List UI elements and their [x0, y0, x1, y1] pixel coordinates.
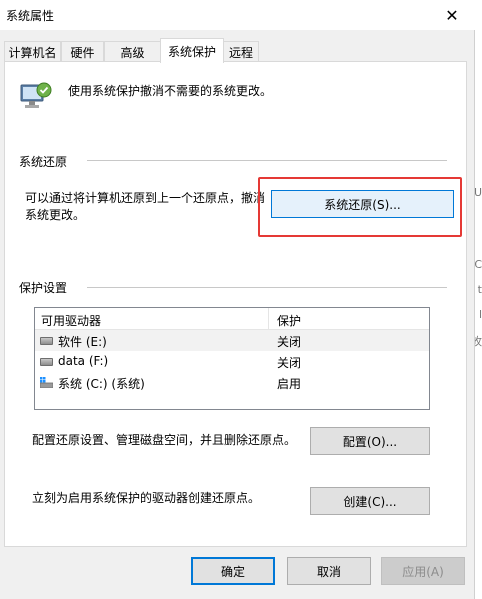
- create-button[interactable]: 创建(C)...: [310, 487, 430, 515]
- system-restore-button[interactable]: 系统还原(S)...: [271, 190, 454, 218]
- header-description: 使用系统保护撤消不需要的系统更改。: [68, 84, 273, 98]
- drive-icon: [40, 337, 53, 345]
- system-drive-icon: [39, 377, 54, 389]
- drive-name: 系统 (C:) (系统): [58, 377, 145, 391]
- apply-button[interactable]: 应用(A): [381, 557, 465, 585]
- cancel-button[interactable]: 取消: [287, 557, 371, 585]
- restore-text-line: 系统更改。: [25, 208, 86, 222]
- tab-strip: 计算机名 硬件 高级 系统保护 远程: [4, 38, 470, 63]
- drives-list[interactable]: 可用驱动器 保护 软件 (E:) 关闭 data (F:) 关闭 系统 (C:)…: [34, 307, 430, 410]
- system-protection-panel: 使用系统保护撤消不需要的系统更改。 系统还原 可以通过将计算机还原到上一个还原点…: [4, 61, 467, 547]
- background-text-fragment: U: [473, 186, 482, 199]
- group-divider: [87, 160, 447, 161]
- title-bar: 系统属性 ✕: [0, 0, 475, 30]
- drive-protection-status: 关闭: [277, 356, 302, 370]
- configure-button[interactable]: 配置(O)...: [310, 427, 430, 455]
- drive-name: data (F:): [58, 354, 109, 368]
- drive-protection-status: 启用: [277, 377, 302, 391]
- system-properties-window: 系统属性 ✕ 计算机名 硬件 高级 系统保护 远程 使用系统保护撤消不需要的系统…: [0, 0, 475, 599]
- drive-row[interactable]: 软件 (E:) 关闭: [35, 330, 429, 351]
- close-icon: ✕: [445, 5, 459, 25]
- restore-group-label: 系统还原: [19, 155, 68, 169]
- close-button[interactable]: ✕: [429, 0, 475, 30]
- column-separator[interactable]: [268, 308, 269, 330]
- drive-row[interactable]: 系统 (C:) (系统) 启用: [35, 372, 429, 393]
- tab-computer-name[interactable]: 计算机名: [4, 41, 61, 62]
- tab-hardware[interactable]: 硬件: [61, 41, 104, 62]
- protection-group-label: 保护设置: [19, 281, 68, 295]
- column-header-protection[interactable]: 保护: [277, 312, 301, 329]
- tab-advanced[interactable]: 高级: [104, 41, 161, 62]
- drive-protection-status: 关闭: [277, 335, 302, 349]
- background-text-fragment: C: [474, 258, 482, 271]
- background-text-fragment: t: [477, 283, 482, 296]
- create-description: 立刻为启用系统保护的驱动器创建还原点。: [32, 491, 261, 505]
- window-title: 系统属性: [6, 9, 55, 23]
- tab-remote[interactable]: 远程: [223, 41, 259, 62]
- drive-name: 软件 (E:): [58, 335, 107, 349]
- ok-button[interactable]: 确定: [191, 557, 275, 585]
- system-protection-icon: [19, 79, 53, 113]
- group-divider: [87, 287, 447, 288]
- restore-text-line: 可以通过将计算机还原到上一个还原点，撤消: [25, 191, 266, 205]
- restore-description: 可以通过将计算机还原到上一个还原点，撤消 系统更改。: [25, 190, 265, 224]
- list-header: 可用驱动器 保护: [35, 308, 429, 330]
- tab-system-protection[interactable]: 系统保护: [160, 38, 224, 63]
- drive-icon: [40, 358, 53, 366]
- column-header-drive[interactable]: 可用驱动器: [41, 312, 101, 329]
- drive-row[interactable]: data (F:) 关闭: [35, 351, 429, 372]
- configure-description: 配置还原设置、管理磁盘空间，并且删除还原点。: [32, 433, 297, 447]
